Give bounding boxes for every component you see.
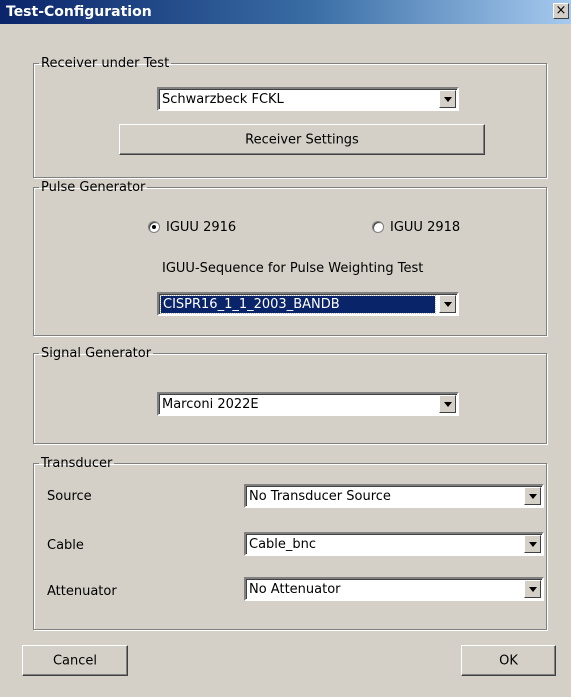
cable-value: Cable_bnc bbox=[249, 537, 317, 552]
cancel-button[interactable]: Cancel bbox=[22, 645, 128, 676]
cable-label: Cable bbox=[47, 538, 84, 553]
signal-value: Marconi 2022E bbox=[162, 397, 259, 412]
radio-dot-checked bbox=[148, 221, 160, 233]
chevron-down-icon[interactable] bbox=[524, 535, 541, 553]
test-configuration-dialog: Test-Configuration × Receiver under Test… bbox=[0, 0, 571, 697]
chevron-down-icon[interactable] bbox=[524, 487, 541, 505]
radio-dot bbox=[372, 221, 384, 233]
window-title: Test-Configuration bbox=[6, 4, 152, 20]
radio-iguu-2916-label: IGUU 2916 bbox=[166, 220, 237, 235]
pulse-legend: Pulse Generator bbox=[41, 180, 146, 195]
source-dropdown[interactable]: No Transducer Source bbox=[244, 484, 544, 508]
receiver-value: Schwarzbeck FCKL bbox=[162, 92, 284, 107]
sequence-dropdown[interactable]: CISPR16_1_1_2003_BANDB bbox=[157, 292, 459, 316]
close-icon[interactable]: × bbox=[553, 3, 569, 19]
sequence-value: CISPR16_1_1_2003_BANDB bbox=[160, 295, 436, 314]
receiver-legend: Receiver under Test bbox=[41, 56, 170, 71]
attenuator-label: Attenuator bbox=[47, 584, 117, 599]
source-value: No Transducer Source bbox=[249, 489, 391, 504]
title-bar[interactable]: Test-Configuration × bbox=[0, 0, 571, 24]
receiver-dropdown[interactable]: Schwarzbeck FCKL bbox=[157, 87, 459, 111]
signal-dropdown[interactable]: Marconi 2022E bbox=[157, 392, 459, 416]
cable-dropdown[interactable]: Cable_bnc bbox=[244, 532, 544, 556]
sequence-label: IGUU-Sequence for Pulse Weighting Test bbox=[162, 261, 424, 276]
chevron-down-icon[interactable] bbox=[439, 395, 456, 413]
receiver-settings-button[interactable]: Receiver Settings bbox=[119, 124, 485, 155]
attenuator-value: No Attenuator bbox=[249, 582, 341, 597]
radio-iguu-2918-label: IGUU 2918 bbox=[390, 220, 461, 235]
chevron-down-icon[interactable] bbox=[524, 580, 541, 598]
ok-button[interactable]: OK bbox=[461, 645, 556, 676]
signal-legend: Signal Generator bbox=[41, 346, 152, 361]
receiver-settings-label: Receiver Settings bbox=[245, 132, 359, 147]
ok-button-label: OK bbox=[499, 653, 518, 668]
chevron-down-icon[interactable] bbox=[439, 295, 456, 313]
receiver-group: Receiver under Test bbox=[33, 56, 547, 178]
chevron-down-icon[interactable] bbox=[439, 90, 456, 108]
transducer-legend: Transducer bbox=[41, 456, 113, 471]
attenuator-dropdown[interactable]: No Attenuator bbox=[244, 577, 544, 601]
cancel-button-label: Cancel bbox=[52, 653, 98, 668]
source-label: Source bbox=[47, 489, 92, 504]
